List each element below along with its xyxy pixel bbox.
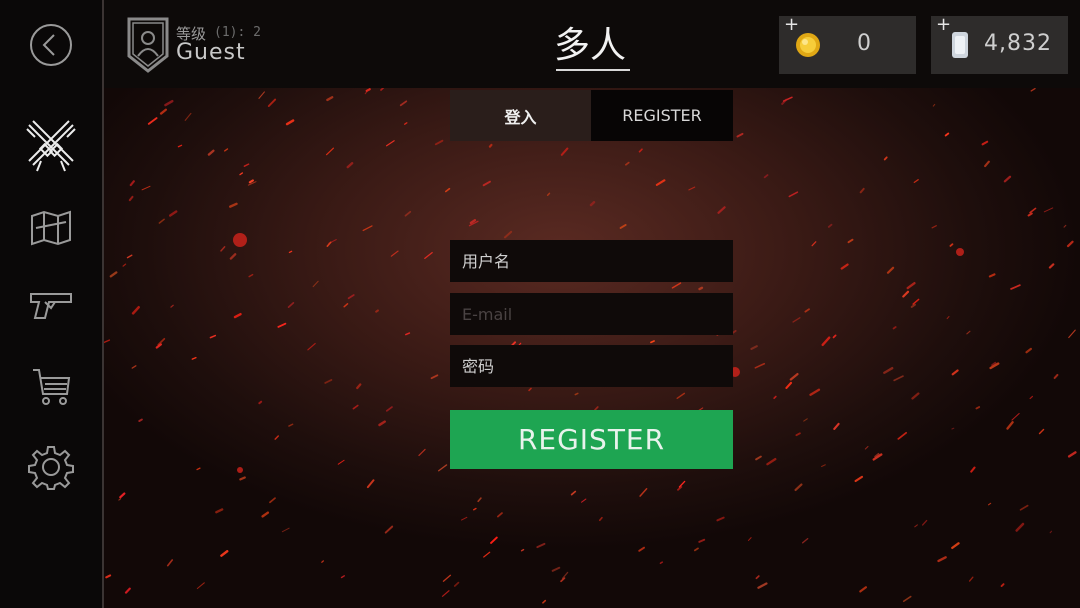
tab-register[interactable]: REGISTER xyxy=(591,90,733,141)
gem-amount: 4,832 xyxy=(984,31,1052,56)
rank-badge-icon xyxy=(127,17,169,73)
sidebar-item-multiplayer[interactable] xyxy=(21,115,81,175)
rank-value: (1): 2 xyxy=(214,25,261,40)
back-arrow-icon xyxy=(30,24,72,66)
username-field[interactable] xyxy=(450,240,733,282)
shopping-cart-icon xyxy=(33,369,71,405)
title-underline xyxy=(556,69,630,71)
sidebar xyxy=(0,0,104,608)
back-button[interactable] xyxy=(21,15,81,75)
pistol-icon xyxy=(30,293,72,319)
silver-card-icon xyxy=(952,32,968,58)
tab-login[interactable]: 登入 xyxy=(450,90,591,141)
sidebar-item-maps[interactable] xyxy=(21,198,81,258)
gold-coin-icon xyxy=(796,33,820,57)
email-field[interactable] xyxy=(450,293,733,335)
sidebar-item-shop[interactable] xyxy=(21,356,81,416)
sidebar-item-weapons[interactable] xyxy=(21,276,81,336)
crossed-guns-icon xyxy=(26,120,76,172)
player-name: Guest xyxy=(176,40,246,65)
gem-balance-button[interactable]: + 4,832 xyxy=(931,14,1068,74)
coin-amount: 0 xyxy=(857,31,872,56)
password-field[interactable] xyxy=(450,345,733,387)
gear-icon xyxy=(28,446,74,490)
auth-tabs: 登入 REGISTER xyxy=(450,90,733,141)
map-icon xyxy=(31,210,71,246)
register-button[interactable]: REGISTER xyxy=(450,410,733,469)
coin-balance-button[interactable]: + 0 xyxy=(779,14,916,74)
page-title: 多人 xyxy=(553,25,626,66)
sidebar-item-settings[interactable] xyxy=(21,437,81,497)
